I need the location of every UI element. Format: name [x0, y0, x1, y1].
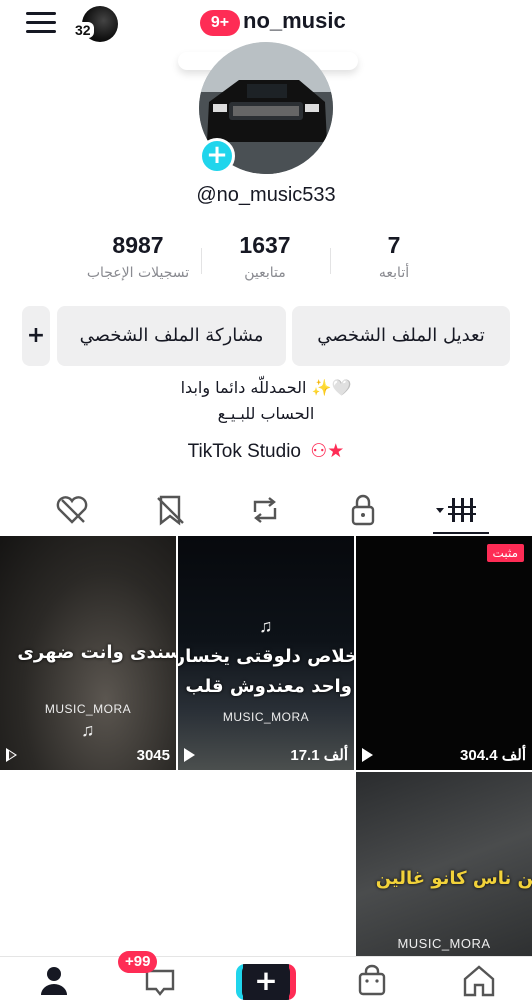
edit-profile-button[interactable]: تعديل الملف الشخصي	[292, 306, 510, 366]
video-caption: بنا من ناس كانو غالين	[375, 868, 532, 889]
top-bar: 32 9+ no_music	[0, 0, 532, 48]
add-avatar-icon[interactable]: +	[199, 138, 235, 174]
video-thumbnail[interactable]: بنا من ناس كانو غالين MUSIC_MORA	[356, 772, 532, 956]
stat-likes-label: تسجيلات الإعجاب	[86, 265, 190, 281]
play-icon	[362, 748, 373, 762]
music-note-icon: ♫	[259, 616, 273, 636]
create-plus-icon: +	[242, 964, 290, 1000]
video-grid: سندى وانت ضهرى MUSIC_MORA ♫ 3045 ♫ خلاص …	[0, 536, 532, 956]
bottom-nav: +99 +	[0, 951, 532, 1000]
inbox-badge: +99	[118, 951, 158, 973]
stat-followers-value: 1637	[239, 232, 291, 258]
video-watermark: MUSIC_MORA	[44, 702, 132, 716]
video-thumbnail[interactable]: مثبت 304.4 ألف	[356, 536, 532, 770]
page-title[interactable]: no_music	[243, 8, 346, 34]
video-watermark: MUSIC_MORA	[397, 936, 491, 951]
view-count: 3045	[136, 747, 170, 764]
tiktok-studio-link[interactable]: TikTok Studio ⚇★	[0, 440, 532, 463]
videos-grid-icon[interactable]	[436, 492, 482, 528]
profile-avatar-section: +	[178, 42, 358, 174]
video-thumbnail[interactable]: سندى وانت ضهرى MUSIC_MORA ♫ 3045	[0, 536, 176, 770]
content-tabs	[0, 486, 532, 534]
profile-handle: @no_music533	[196, 184, 336, 206]
video-caption-line-2: بت واحد معندوش قلب	[185, 676, 354, 697]
private-lock-icon[interactable]	[343, 492, 383, 528]
repost-icon[interactable]	[245, 492, 285, 528]
create-button[interactable]: +	[236, 964, 296, 1000]
stat-followers-label: متابعين	[244, 265, 286, 281]
menu-icon[interactable]	[26, 12, 56, 36]
home-icon[interactable]	[459, 963, 499, 997]
liked-hidden-icon[interactable]	[52, 492, 92, 528]
bio-line-1: الحمدللّه دائما وابدا ✨🤍	[180, 378, 352, 397]
stat-following-label: أتابعه	[378, 265, 410, 281]
view-count: 17.1 ألف	[290, 747, 348, 764]
shop-icon[interactable]	[352, 963, 392, 997]
studio-person-star-icon: ⚇★	[310, 441, 345, 462]
active-tab-indicator	[433, 532, 489, 534]
add-friend-button[interactable]: +	[22, 306, 50, 366]
play-icon	[184, 748, 195, 762]
profile-stats: 8987 تسجيلات الإعجاب 1637 متابعين 7 أتاب…	[0, 232, 532, 292]
view-count: 304.4 ألف	[460, 747, 526, 764]
notifications-badge[interactable]: 9+	[200, 10, 240, 36]
share-profile-button[interactable]: مشاركة الملف الشخصي	[57, 306, 286, 366]
pinned-badge: مثبت	[486, 544, 524, 562]
stat-likes[interactable]: 8987 تسجيلات الإعجاب	[73, 232, 203, 281]
story-count: 32	[72, 22, 94, 38]
play-icon-inner	[9, 751, 15, 759]
favorites-hidden-icon[interactable]	[150, 492, 190, 528]
stat-followers[interactable]: 1637 متابعين	[200, 232, 330, 281]
bio-line-2: الحساب للبـيـع	[217, 404, 315, 423]
stat-following-value: 7	[387, 232, 401, 258]
profile-tab-icon[interactable]	[34, 963, 74, 997]
video-thumbnail[interactable]: ♫ خلاص دلوقتى يخسارت بت واحد معندوش قلب …	[178, 536, 354, 770]
stat-following[interactable]: 7 أتابعه	[329, 232, 459, 281]
video-watermark: MUSIC_MORA	[222, 710, 310, 724]
video-caption: سندى وانت ضهرى	[17, 642, 176, 663]
studio-label: TikTok Studio	[187, 441, 301, 462]
video-caption-line-1: خلاص دلوقتى يخسارت	[178, 646, 354, 667]
stat-likes-value: 8987	[112, 232, 164, 258]
music-note-icon: ♫	[81, 720, 95, 740]
